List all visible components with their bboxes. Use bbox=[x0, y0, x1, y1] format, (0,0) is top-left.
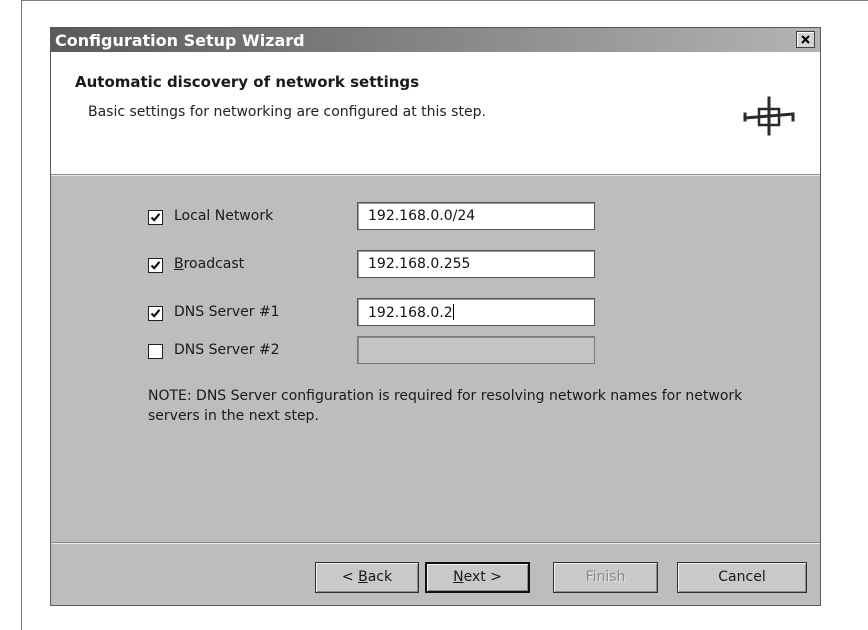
dns-server-2-checkbox[interactable] bbox=[148, 344, 163, 359]
wizard-dialog: Configuration Setup Wizard Automatic dis… bbox=[50, 27, 821, 606]
dns-server-2-field[interactable] bbox=[357, 336, 595, 364]
dns-server-1-field[interactable]: 192.168.0.2 bbox=[357, 298, 595, 326]
close-icon bbox=[801, 35, 810, 44]
header-separator-highlight bbox=[51, 175, 820, 176]
next-button-mnemonic: N bbox=[453, 569, 464, 585]
finish-button-label: Finish bbox=[585, 569, 626, 585]
step-title: Automatic discovery of network settings bbox=[75, 73, 420, 91]
back-button-label: ack bbox=[367, 569, 393, 585]
dns-server-1-value: 192.168.0.2 bbox=[368, 305, 453, 321]
dns-server-2-label: DNS Server #2 bbox=[174, 342, 280, 358]
back-button-label-prefix: < bbox=[341, 569, 359, 585]
local-network-checkbox[interactable] bbox=[148, 210, 163, 225]
check-mark-icon bbox=[150, 213, 161, 222]
dns-server-1-label: DNS Server #1 bbox=[174, 304, 280, 320]
dns-note: NOTE: DNS Server configuration is requir… bbox=[148, 388, 743, 424]
check-mark-icon bbox=[150, 309, 161, 318]
wizard-header: Automatic discovery of network settings … bbox=[51, 52, 820, 174]
broadcast-field[interactable]: 192.168.0.255 bbox=[357, 250, 595, 278]
dns-server-1-checkbox[interactable] bbox=[148, 306, 163, 321]
cancel-button[interactable]: Cancel bbox=[677, 562, 807, 593]
title-bar[interactable]: Configuration Setup Wizard bbox=[51, 28, 820, 52]
broadcast-checkbox[interactable] bbox=[148, 258, 163, 273]
close-button[interactable] bbox=[796, 31, 815, 48]
local-network-label: Local Network bbox=[174, 208, 274, 224]
footer-separator-highlight bbox=[51, 543, 820, 544]
back-button[interactable]: < Back bbox=[315, 562, 419, 593]
cancel-button-label: Cancel bbox=[718, 569, 766, 585]
next-button-label: ext > bbox=[463, 569, 502, 585]
local-network-field[interactable]: 192.168.0.0/24 bbox=[357, 202, 595, 230]
window-title: Configuration Setup Wizard bbox=[55, 31, 305, 50]
broadcast-label: Broadcast bbox=[174, 256, 245, 272]
local-network-value: 192.168.0.0/24 bbox=[368, 208, 476, 224]
check-mark-icon bbox=[150, 261, 161, 270]
network-logo-icon bbox=[743, 96, 795, 136]
finish-button[interactable]: Finish bbox=[553, 562, 658, 593]
next-button[interactable]: Next > bbox=[425, 562, 530, 593]
back-button-mnemonic: B bbox=[358, 569, 368, 585]
text-cursor bbox=[452, 304, 454, 320]
step-subtitle: Basic settings for networking are config… bbox=[88, 104, 486, 120]
broadcast-value: 192.168.0.255 bbox=[368, 256, 471, 272]
